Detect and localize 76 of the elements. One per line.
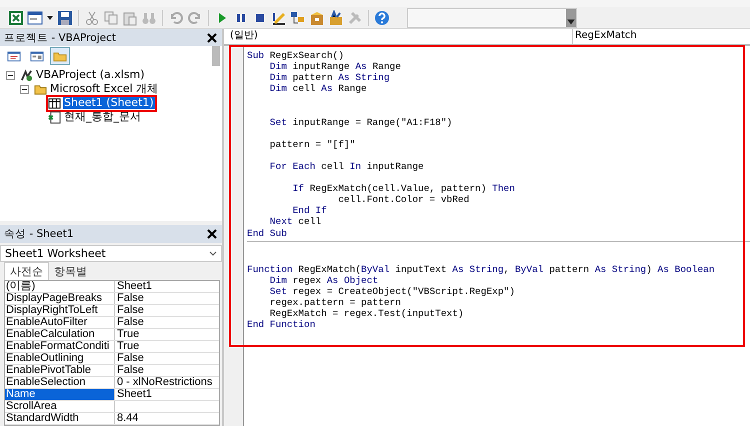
save-icon[interactable] xyxy=(57,10,73,26)
code-line: Set inputRange = Range("A1:F18") xyxy=(268,116,454,128)
property-name[interactable]: (이름) xyxy=(5,281,115,292)
code-line: Dim pattern As String xyxy=(268,72,391,84)
property-value[interactable]: True xyxy=(117,328,140,340)
code-line: End Sub xyxy=(247,228,288,239)
code-line: Function RegExMatch(ByVal inputText As String, ByVal pattern As String) As Boolean xyxy=(247,264,716,275)
code-line: Dim inputRange As Range xyxy=(268,61,402,72)
toolbox-icon[interactable] xyxy=(328,10,344,26)
property-name[interactable]: DisplayPageBreaks xyxy=(5,293,115,304)
excel-icon[interactable] xyxy=(8,10,24,26)
chevron-down-icon xyxy=(209,250,217,256)
pane-title: 속성 - Sheet1 xyxy=(4,227,74,241)
folder-icon xyxy=(53,50,67,62)
vba-project-icon xyxy=(20,68,33,82)
property-name[interactable]: EnableOutlining xyxy=(5,353,115,364)
code-line: Set regex = CreateObject("VBScript.RegExp") xyxy=(268,286,516,298)
folder-button[interactable] xyxy=(50,47,70,65)
project-explorer-icon[interactable] xyxy=(290,10,306,26)
dropdown-arrow-icon xyxy=(566,16,576,26)
form-window-icon xyxy=(30,50,44,62)
property-name[interactable]: DisplayRightToLeft xyxy=(5,305,115,316)
property-name[interactable]: EnableFormatConditi xyxy=(5,341,115,352)
property-name[interactable]: StandardWidth xyxy=(5,413,115,424)
property-value[interactable]: False xyxy=(117,352,144,364)
property-value[interactable]: False xyxy=(117,292,144,304)
tree-item[interactable]: Sheet1 (Sheet1) xyxy=(63,97,155,109)
object-combo[interactable]: (일반) xyxy=(224,29,573,44)
code-line: End Function xyxy=(247,319,316,330)
help-icon[interactable] xyxy=(374,10,390,26)
property-name[interactable]: EnablePivotTable xyxy=(5,365,115,376)
code-line: End If xyxy=(292,205,328,216)
property-value[interactable]: False xyxy=(117,316,144,328)
property-value[interactable]: Sheet1 xyxy=(117,280,152,292)
property-value[interactable]: False xyxy=(117,364,144,376)
code-line: cell.Font.Color = vbRed xyxy=(337,194,470,206)
property-name[interactable]: Name xyxy=(5,389,115,400)
code-line: Next cell xyxy=(268,216,322,228)
code-line: Sub RegExSearch() xyxy=(247,50,345,62)
property-name[interactable]: ScrollArea xyxy=(5,401,115,412)
code-line: regex.pattern = pattern xyxy=(268,297,402,308)
tree-item[interactable]: Microsoft Excel 개체 xyxy=(49,83,160,95)
tree-item[interactable]: VBAProject (a.xlsm) xyxy=(35,69,146,81)
property-value[interactable]: 8.44 xyxy=(117,412,138,424)
location-combo[interactable] xyxy=(407,8,577,28)
code-window-icon xyxy=(7,50,21,62)
form-icon[interactable] xyxy=(27,10,43,26)
property-name[interactable]: EnableAutoFilter xyxy=(5,317,115,328)
code-line: pattern = "[f]" xyxy=(268,138,356,150)
scrollbar-thumb[interactable] xyxy=(212,46,220,66)
property-name[interactable]: EnableSelection xyxy=(5,377,115,388)
object-name: Sheet1 Worksheet xyxy=(5,247,106,260)
tab[interactable]: 사전순 xyxy=(4,262,49,280)
property-value[interactable]: True xyxy=(117,340,140,352)
code-line: Dim cell As Range xyxy=(268,83,368,94)
tab[interactable]: 항목별 xyxy=(49,263,92,280)
code-line: For Each cell In inputRange xyxy=(268,160,425,172)
close-icon[interactable] xyxy=(206,228,218,240)
property-name[interactable]: EnableCalculation xyxy=(5,329,115,340)
object-dropdown[interactable]: Sheet1 Worksheet xyxy=(0,245,222,262)
collapse-icon[interactable] xyxy=(20,84,29,94)
folder-icon xyxy=(34,82,47,96)
property-value[interactable]: False xyxy=(117,304,144,316)
collapse-icon[interactable] xyxy=(6,70,15,80)
tree-item[interactable]: 현재_통합_문서 xyxy=(63,111,142,123)
code-line: RegExMatch = regex.Test(inputText) xyxy=(268,308,465,320)
property-value[interactable]: 0 - xlNoRestrictions xyxy=(117,376,212,388)
code-line: If RegExMatch(cell.Value, pattern) Then xyxy=(292,183,516,194)
procedure-combo[interactable]: RegExMatch xyxy=(573,29,750,44)
sheet-icon xyxy=(48,96,61,110)
workbook-icon xyxy=(48,110,61,124)
close-icon[interactable] xyxy=(206,32,218,44)
properties-icon[interactable] xyxy=(309,10,325,26)
pane-title: 프로젝트 - VBAProject xyxy=(4,30,116,44)
property-value[interactable]: Sheet1 xyxy=(117,388,152,400)
code-line: Dim regex As Object xyxy=(268,274,380,286)
